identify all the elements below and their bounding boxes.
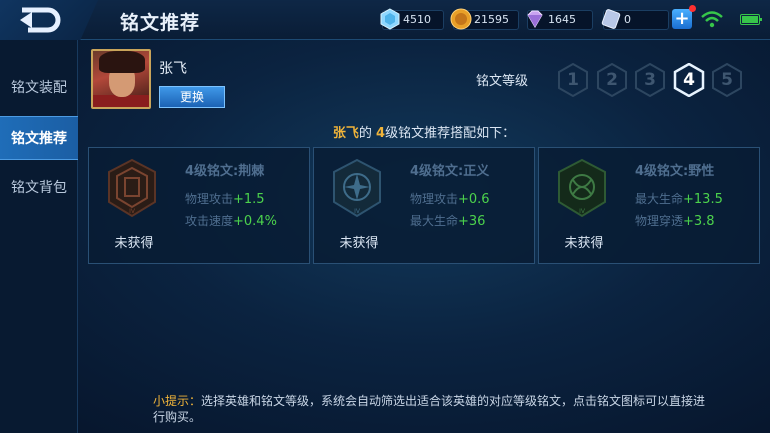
- recommendation-heading: 张飞的 4级铭文推荐搭配如下：: [332, 126, 516, 141]
- change-hero-button[interactable]: 更换: [159, 86, 225, 108]
- rune-card[interactable]: IV 未获得 4级铭文:野性 最大生命+13.5 物理穿透+3.8: [538, 147, 760, 264]
- diamond-counter[interactable]: 4510: [380, 8, 444, 30]
- gem-icon: [527, 10, 543, 28]
- rune-status: 未获得: [339, 236, 379, 251]
- gold-coin-icon: [450, 8, 472, 30]
- ticket-counter[interactable]: 0: [601, 9, 669, 30]
- rune-stat: 物理攻击+1.5: [185, 192, 265, 207]
- svg-text:IV: IV: [129, 208, 136, 215]
- rune-title: 4级铭文:荆棘: [185, 164, 265, 179]
- hero-avatar[interactable]: [91, 49, 151, 109]
- battery-icon: [740, 14, 762, 25]
- wifi-icon: [701, 11, 723, 28]
- rune-stat: 最大生命+36: [410, 214, 486, 229]
- hero-name: 张飞: [159, 61, 187, 77]
- rune-stat: 物理攻击+0.6: [410, 192, 490, 207]
- rune-stat: 最大生命+13.5: [635, 192, 723, 207]
- diamond-icon: [380, 8, 400, 30]
- back-icon: [20, 7, 61, 33]
- rune-emblem-icon[interactable]: IV: [555, 158, 609, 218]
- svg-text:IV: IV: [579, 208, 586, 215]
- tip-text: 小提示：选择英雄和铭文等级，系统会自动筛选出适合该英雄的对应等级铭文，点击铭文图…: [153, 394, 706, 424]
- level-option-5[interactable]: 5: [710, 62, 744, 98]
- ticket-value: 0: [624, 13, 631, 26]
- rune-status: 未获得: [114, 236, 154, 251]
- back-button[interactable]: [0, 0, 98, 40]
- sidebar-item-rune-bag[interactable]: 铭文背包: [0, 166, 78, 210]
- rune-title: 4级铭文:正义: [410, 164, 490, 179]
- rune-card[interactable]: IV 未获得 4级铭文:正义 物理攻击+0.6 最大生命+36: [313, 147, 535, 264]
- page-title: 铭文推荐: [120, 12, 201, 34]
- rune-stat: 物理穿透+3.8: [635, 214, 715, 229]
- gem-counter[interactable]: 1645: [527, 10, 593, 30]
- gem-value: 1645: [548, 13, 576, 26]
- rune-title: 4级铭文:野性: [635, 164, 715, 179]
- add-currency-button[interactable]: +: [672, 5, 696, 29]
- top-bar: 铭文推荐 4510 21595 1645 0 +: [0, 0, 770, 40]
- level-option-2[interactable]: 2: [595, 62, 629, 98]
- rune-status: 未获得: [564, 236, 604, 251]
- rune-emblem-icon[interactable]: IV: [105, 158, 159, 218]
- level-option-3[interactable]: 3: [633, 62, 667, 98]
- rune-stat: 攻击速度+0.4%: [185, 214, 277, 229]
- level-option-1[interactable]: 1: [556, 62, 590, 98]
- level-option-4[interactable]: 4: [672, 62, 706, 98]
- diamond-value: 4510: [403, 13, 431, 26]
- svg-text:IV: IV: [354, 208, 361, 215]
- notification-dot: [689, 5, 696, 12]
- sidebar-item-rune-assembly[interactable]: 铭文装配: [0, 66, 78, 110]
- gold-value: 21595: [474, 13, 509, 26]
- rune-card[interactable]: IV 未获得 4级铭文:荆棘 物理攻击+1.5 攻击速度+0.4%: [88, 147, 310, 264]
- tip-label: 小提示：: [153, 394, 202, 408]
- ticket-icon: [601, 9, 621, 29]
- rune-emblem-icon[interactable]: IV: [330, 158, 384, 218]
- gold-counter[interactable]: 21595: [450, 8, 519, 30]
- sidebar: 铭文装配 铭文推荐 铭文背包: [0, 40, 78, 433]
- rune-level-label: 铭文等级: [476, 74, 529, 89]
